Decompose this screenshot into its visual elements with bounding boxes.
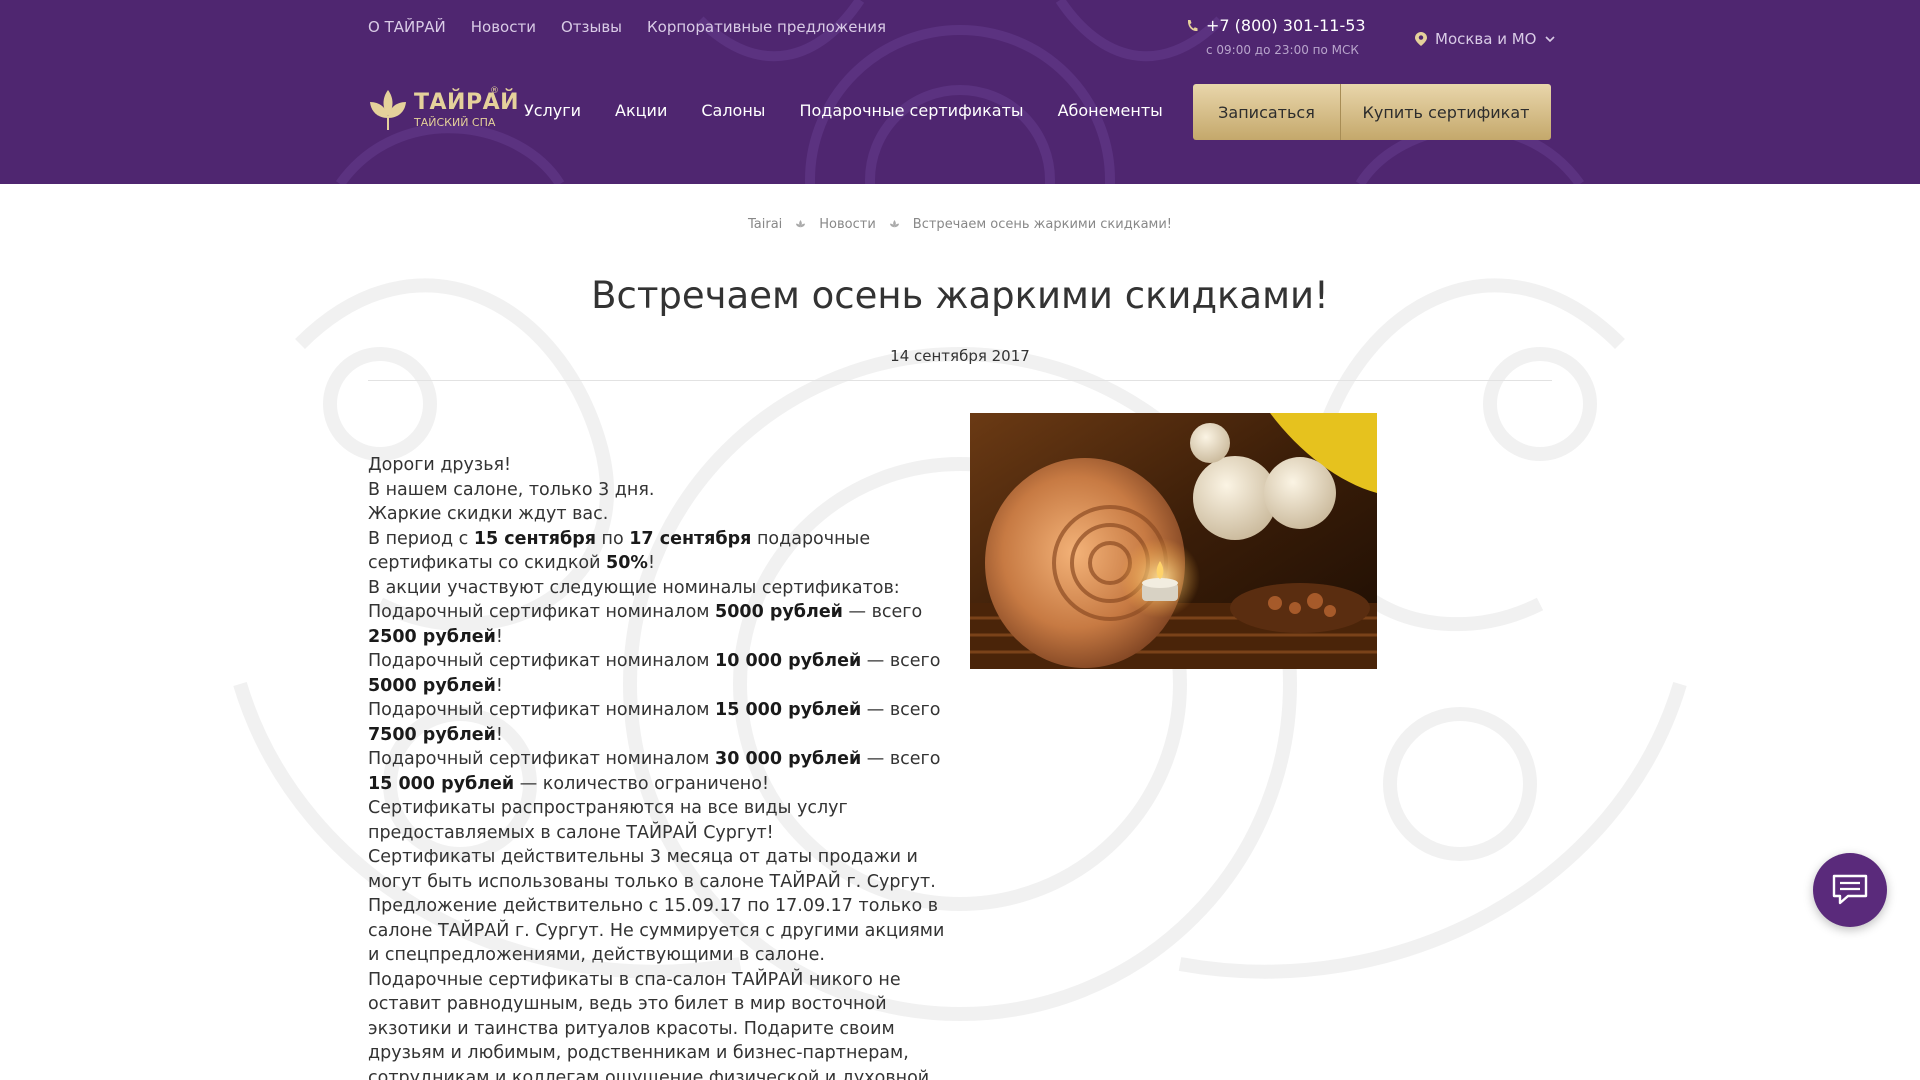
top-link-about[interactable]: О ТАЙРАЙ bbox=[368, 18, 446, 36]
certificate-offer: Подарочный сертификат номиналом 5000 руб… bbox=[368, 602, 923, 647]
site-header: О ТАЙРАЙ Новости Отзывы Корпоративные пр… bbox=[0, 0, 1920, 184]
logo-subtitle: ТАЙСКИЙ СПА bbox=[414, 115, 496, 129]
city-select[interactable]: Москва и МО bbox=[1415, 30, 1555, 48]
article-line: Сертификаты распространяются на все виды… bbox=[368, 798, 848, 843]
registered-mark: ® bbox=[490, 86, 499, 96]
lotus-logo-icon bbox=[370, 90, 406, 130]
nav-gift-certificates[interactable]: Подарочные сертификаты bbox=[799, 101, 1023, 120]
article-line: Дороги друзья! bbox=[368, 455, 512, 475]
article-line: Предложение действительно с 15.09.17 по … bbox=[368, 896, 945, 965]
city-label: Москва и МО bbox=[1435, 30, 1537, 48]
phone-icon bbox=[1187, 19, 1198, 31]
breadcrumb-news[interactable]: Новости bbox=[819, 217, 876, 232]
header-buttons: Записаться Купить сертификат bbox=[1193, 84, 1551, 140]
logo-name: ТАЙРАЙ bbox=[414, 89, 520, 115]
certificate-offer: Подарочный сертификат номиналом 10 000 р… bbox=[368, 651, 941, 696]
article-photo bbox=[970, 413, 1377, 669]
article-line: Подарочные сертификаты в спа-салон ТАЙРА… bbox=[368, 969, 930, 1080]
working-hours: с 09:00 до 23:00 по МСК bbox=[1206, 43, 1359, 57]
page-title: Встречаем осень жаркими скидками! bbox=[591, 274, 1329, 317]
certificate-offer: Подарочный сертификат номиналом 30 000 р… bbox=[368, 749, 941, 794]
article-promo-period: В период с 15 сентября по 17 сентября по… bbox=[368, 528, 871, 574]
article-line: Жаркие скидки ждут вас. bbox=[368, 504, 609, 524]
header-ornament bbox=[335, 0, 1585, 184]
logo[interactable]: ТАЙРАЙ ТАЙСКИЙ СПА ® bbox=[368, 86, 520, 132]
nav-services[interactable]: Услуги bbox=[524, 101, 581, 120]
top-link-reviews[interactable]: Отзывы bbox=[561, 18, 622, 36]
buy-certificate-button[interactable]: Купить сертификат bbox=[1341, 84, 1551, 140]
nav-promotions[interactable]: Акции bbox=[615, 101, 667, 120]
leaf-separator-icon bbox=[889, 220, 899, 228]
article-line: В нашем салоне, только 3 дня. bbox=[368, 479, 655, 500]
certificate-offer: Подарочный сертификат номиналом 15 000 р… bbox=[368, 700, 941, 745]
chat-button[interactable] bbox=[1813, 853, 1887, 927]
logo-text: ТАЙРАЙ ТАЙСКИЙ СПА bbox=[414, 89, 520, 129]
chat-icon bbox=[1832, 874, 1868, 905]
article-body: Дороги друзья! В нашем салоне, только 3 … bbox=[368, 453, 958, 1080]
breadcrumb: Tairai Новости Встречаем осень жаркими с… bbox=[0, 217, 1920, 232]
main-nav: Услуги Акции Салоны Подарочные сертифика… bbox=[524, 101, 1163, 120]
nav-salons[interactable]: Салоны bbox=[701, 101, 765, 120]
title-divider bbox=[368, 380, 1552, 381]
top-link-news[interactable]: Новости bbox=[471, 18, 536, 36]
book-button[interactable]: Записаться bbox=[1193, 84, 1341, 140]
phone-number[interactable]: +7 (800) 301-11-53 bbox=[1206, 16, 1366, 35]
post-date: 14 сентября 2017 bbox=[890, 347, 1030, 365]
nav-subscriptions[interactable]: Абонементы bbox=[1058, 101, 1163, 120]
background-ornament bbox=[233, 278, 1687, 1021]
location-pin-icon bbox=[1415, 32, 1427, 46]
phone-row: +7 (800) 301-11-53 bbox=[1186, 16, 1366, 35]
article-line: В акции участвуют следующие номиналы сер… bbox=[368, 577, 900, 598]
top-link-corporate[interactable]: Корпоративные предложения bbox=[647, 18, 886, 36]
breadcrumb-home[interactable]: Tairai bbox=[748, 217, 782, 232]
breadcrumb-current: Встречаем осень жаркими скидками! bbox=[912, 217, 1173, 232]
chevron-down-icon bbox=[1544, 36, 1555, 42]
phone-block: +7 (800) 301-11-53 с 09:00 до 23:00 по М… bbox=[1186, 16, 1366, 57]
article-line: Сертификаты действительны 3 месяца от да… bbox=[368, 847, 936, 892]
leaf-separator-icon bbox=[796, 220, 806, 228]
top-links: О ТАЙРАЙ Новости Отзывы Корпоративные пр… bbox=[368, 18, 886, 36]
